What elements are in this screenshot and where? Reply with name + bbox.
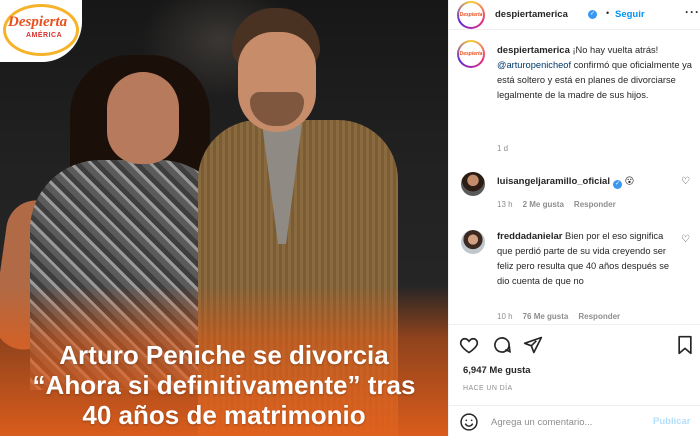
verified-badge-icon: ✓	[588, 10, 597, 19]
caption-username[interactable]: despiertamerica	[497, 45, 570, 56]
comment-icon[interactable]	[492, 335, 512, 355]
like-comment-heart-icon[interactable]: ♡	[681, 176, 690, 187]
caption-avatar[interactable]: Despierta	[457, 40, 485, 68]
heart-icon[interactable]	[459, 335, 479, 355]
post-image[interactable]: Arturo Peniche se divorcia “Ahora si def…	[0, 0, 448, 436]
verified-badge-icon: ✓	[612, 180, 622, 189]
comment-text: 😮	[621, 176, 635, 186]
comment-meta: 10 h 76 Me gusta Responder	[497, 312, 620, 321]
reply-button[interactable]: Responder	[574, 200, 616, 209]
post-header: Despierta despiertamerica ✓ • Seguir ···	[449, 0, 700, 30]
separator-dot: •	[606, 8, 610, 18]
share-icon[interactable]	[523, 335, 543, 355]
like-comment-heart-icon[interactable]: ♡	[681, 234, 690, 245]
reply-button[interactable]: Responder	[578, 312, 620, 321]
comment-input[interactable]	[491, 413, 651, 431]
publish-button[interactable]: Publicar	[653, 416, 691, 427]
caption-text-start: ¡No hay vuelta atrás!	[569, 45, 659, 55]
author-username[interactable]: despiertamerica	[495, 9, 568, 20]
headline-line-2: “Ahora si definitivamente” tras	[32, 370, 416, 400]
caption-age[interactable]: 1 d	[497, 144, 508, 153]
likes-count[interactable]: 6,947 Me gusta	[463, 365, 531, 376]
instagram-post-view: Arturo Peniche se divorcia “Ahora si def…	[0, 0, 700, 436]
comment-meta: 13 h 2 Me gusta Responder	[497, 200, 616, 209]
headline-line-1: Arturo Peniche se divorcia	[59, 340, 389, 370]
despierta-america-logo: Despierta AMÉRICA	[0, 0, 82, 62]
commenter-avatar[interactable]	[461, 172, 485, 196]
comment-age[interactable]: 13 h	[497, 200, 513, 209]
comment-age[interactable]: 10 h	[497, 312, 513, 321]
commenter-username[interactable]: freddadanielar	[497, 231, 562, 242]
bookmark-icon[interactable]	[675, 335, 695, 355]
post-time[interactable]: HACE UN DÍA	[463, 385, 513, 392]
add-comment-row: Publicar	[449, 405, 700, 436]
emoji-icon[interactable]	[459, 412, 479, 432]
follow-button[interactable]: Seguir	[615, 9, 645, 20]
post-actions: 6,947 Me gusta HACE UN DÍA Publicar	[449, 324, 700, 436]
author-avatar[interactable]: Despierta	[457, 1, 485, 29]
comment-likes[interactable]: 2 Me gusta	[523, 200, 564, 209]
mention-link[interactable]: @arturopenicheof	[497, 60, 571, 70]
more-options-icon[interactable]: ···	[685, 5, 700, 19]
post-sidebar: Despierta despiertamerica ✓ • Seguir ···…	[448, 0, 700, 436]
comment-likes[interactable]: 76 Me gusta	[523, 312, 569, 321]
commenter-username[interactable]: luisangeljaramillo_oficial	[497, 176, 610, 187]
commenter-avatar[interactable]	[461, 230, 485, 254]
headline-line-3: 40 años de matrimonio	[82, 400, 366, 430]
